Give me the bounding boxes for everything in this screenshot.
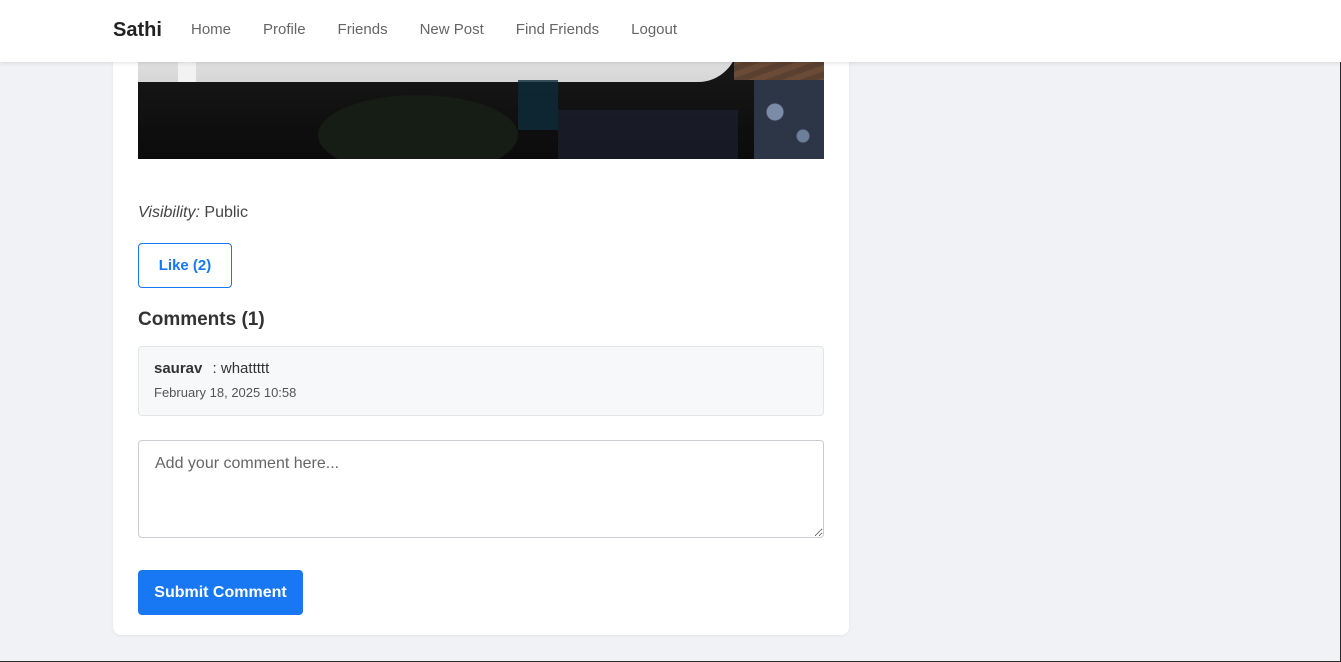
comment-text: : whattttt xyxy=(212,360,270,377)
nav-link-find-friends[interactable]: Find Friends xyxy=(516,21,599,38)
nav-link-logout[interactable]: Logout xyxy=(631,21,677,38)
comment-textarea[interactable] xyxy=(138,440,824,538)
nav-link-home[interactable]: Home xyxy=(191,21,231,38)
comment-author[interactable]: saurav xyxy=(154,360,202,377)
nav-links: Home Profile Friends New Post Find Frien… xyxy=(191,21,709,38)
nav-link-profile[interactable]: Profile xyxy=(263,21,306,38)
post-visibility: Visibility: Public xyxy=(138,204,248,222)
brand-logo[interactable]: Sathi xyxy=(113,19,162,42)
visibility-label: Visibility: xyxy=(138,204,200,221)
nav-link-new-post[interactable]: New Post xyxy=(420,21,484,38)
visibility-value: Public xyxy=(204,204,248,221)
comment-timestamp: February 18, 2025 10:58 xyxy=(154,385,297,400)
top-navbar: Sathi Home Profile Friends New Post Find… xyxy=(0,0,1341,62)
comments-heading: Comments (1) xyxy=(138,309,265,330)
nav-link-friends[interactable]: Friends xyxy=(338,21,388,38)
like-button[interactable]: Like (2) xyxy=(138,243,232,288)
comment-item: saurav : whattttt February 18, 2025 10:5… xyxy=(138,346,824,416)
submit-comment-button[interactable]: Submit Comment xyxy=(138,570,303,615)
